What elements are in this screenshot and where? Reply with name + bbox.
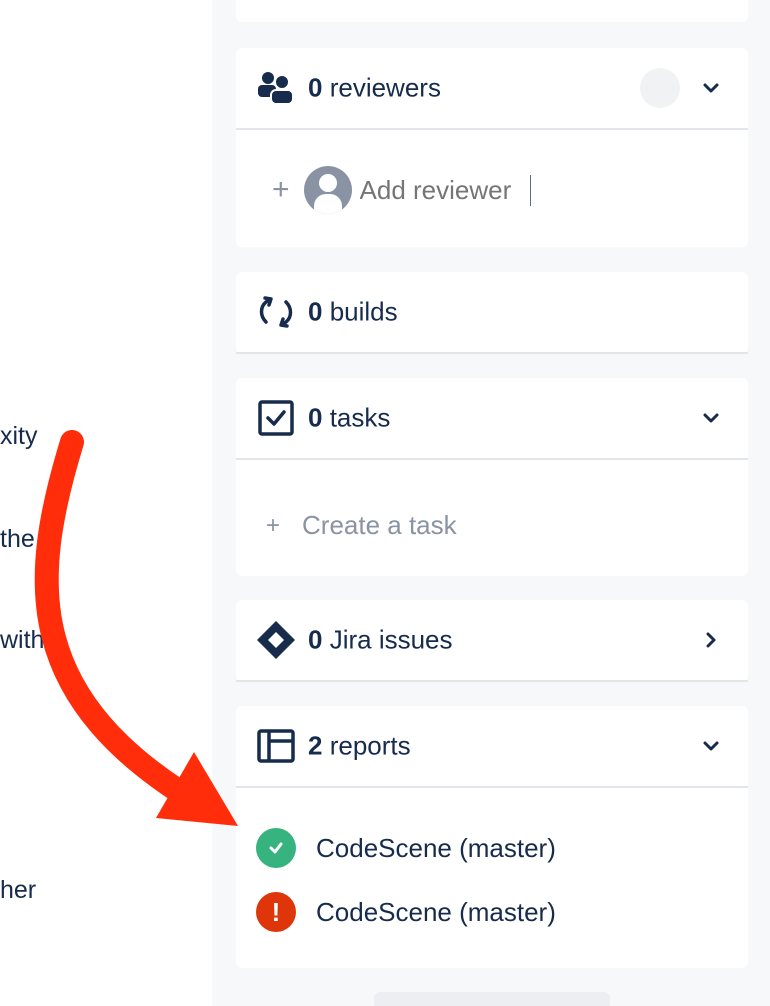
chevron-down-icon[interactable] <box>700 407 722 429</box>
reviewers-card: 0 reviewers + <box>236 48 748 247</box>
check-circle-icon <box>256 828 296 868</box>
left-text-fragment: xity <box>0 422 38 450</box>
reports-title: 2 reports <box>308 731 411 762</box>
checkbox-icon <box>258 400 294 436</box>
panel-icon <box>257 729 295 763</box>
report-item[interactable]: CodeScene (master) <box>256 828 556 868</box>
jira-header[interactable]: 0 Jira issues <box>236 600 748 682</box>
tasks-card: 0 tasks + Create a task <box>236 378 748 576</box>
builds-header[interactable]: 0 builds <box>236 272 748 354</box>
left-text-fragment: with <box>0 626 45 654</box>
plus-icon: + <box>266 511 281 539</box>
chevron-down-icon[interactable] <box>700 735 722 757</box>
jira-title: 0 Jira issues <box>308 625 453 656</box>
report-name: CodeScene (master) <box>316 896 556 927</box>
add-reviewer-input[interactable] <box>359 174 531 206</box>
users-icon <box>258 72 294 105</box>
jira-card: 0 Jira issues <box>236 600 748 682</box>
plus-icon: + <box>272 173 290 206</box>
error-circle-icon: ! <box>256 892 296 932</box>
next-card <box>374 992 610 1006</box>
tasks-label: tasks <box>329 402 391 433</box>
previous-card <box>236 0 748 22</box>
reviewers-count: 0 <box>308 72 323 103</box>
reports-count: 2 <box>308 730 323 761</box>
report-item[interactable]: ! CodeScene (master) <box>256 892 556 932</box>
create-task-button[interactable]: + Create a task <box>266 510 457 541</box>
avatar <box>640 68 680 108</box>
builds-count: 0 <box>308 296 323 327</box>
avatar-placeholder-icon <box>303 166 352 214</box>
sync-icon <box>259 296 293 328</box>
reports-card: 2 reports CodeScene (master) ! CodeScene… <box>236 706 748 968</box>
tasks-title: 0 tasks <box>308 403 390 434</box>
left-text-fragment: her <box>0 876 37 904</box>
create-task-label: Create a task <box>302 510 457 540</box>
reports-label: reports <box>329 730 411 761</box>
builds-card: 0 builds <box>236 272 748 354</box>
left-pane: xity the with her <box>0 0 212 1006</box>
builds-title: 0 builds <box>308 297 398 328</box>
reports-header[interactable]: 2 reports <box>236 706 748 788</box>
jira-count: 0 <box>308 624 323 655</box>
chevron-right-icon[interactable] <box>700 629 722 651</box>
jira-label: Jira issues <box>329 624 453 655</box>
report-name: CodeScene (master) <box>316 832 556 863</box>
reviewers-title: 0 reviewers <box>308 73 441 104</box>
add-reviewer-row[interactable]: + <box>272 166 531 214</box>
builds-label: builds <box>329 296 398 327</box>
chevron-down-icon[interactable] <box>700 77 722 99</box>
tasks-header[interactable]: 0 tasks <box>236 378 748 460</box>
tasks-count: 0 <box>308 402 323 433</box>
jira-icon <box>257 621 295 659</box>
reviewers-header[interactable]: 0 reviewers <box>236 48 748 130</box>
left-text-fragment: the <box>0 525 35 553</box>
reviewers-label: reviewers <box>329 72 441 103</box>
